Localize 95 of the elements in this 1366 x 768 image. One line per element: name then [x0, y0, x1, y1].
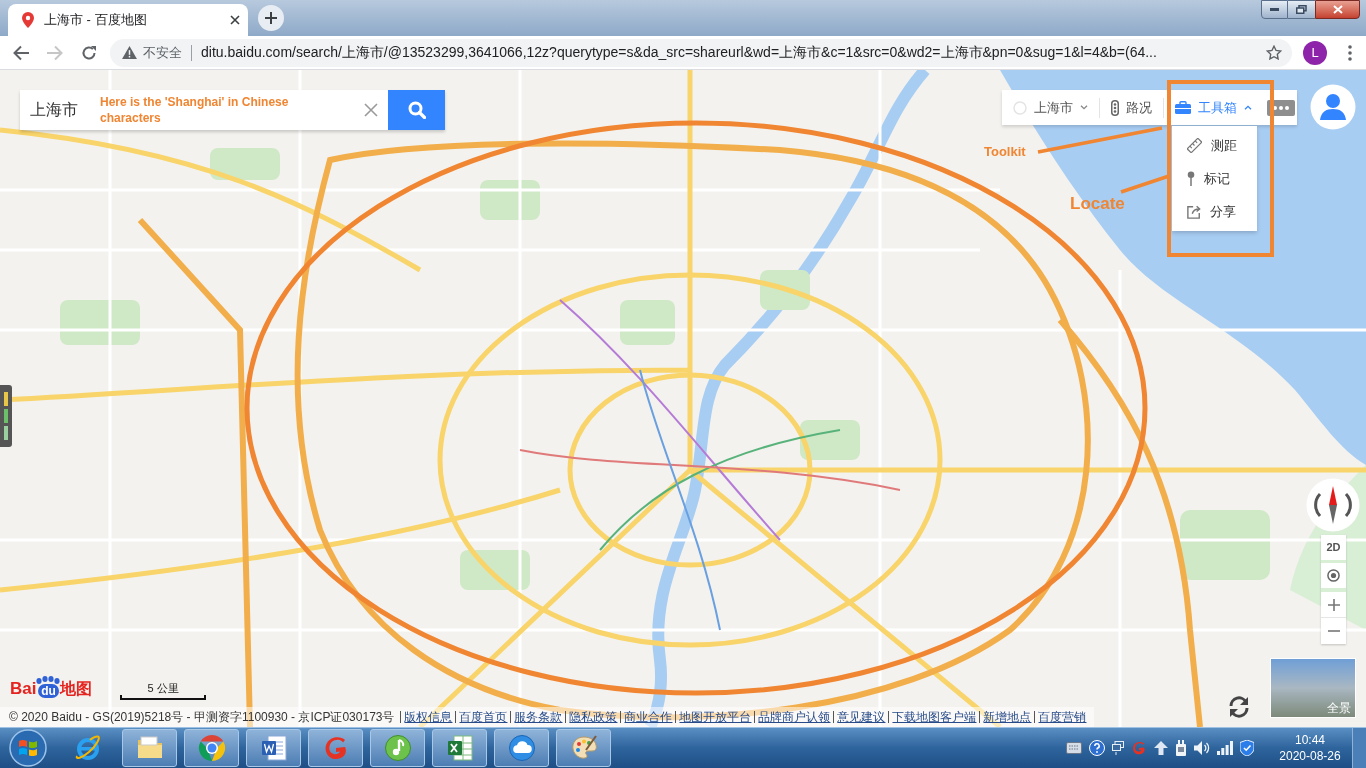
footer-link[interactable]: 百度营销	[1038, 708, 1087, 726]
taskbar-app-button[interactable]	[246, 729, 301, 767]
taskbar-app-button[interactable]	[432, 729, 487, 767]
close-icon[interactable]	[230, 15, 240, 25]
close-icon	[1332, 5, 1343, 14]
circle-icon	[1013, 100, 1027, 115]
warning-icon	[122, 46, 137, 59]
search-field[interactable]: 上海市 Here is the 'Shanghai' in Chinese characters	[20, 90, 388, 130]
city-button[interactable]: 上海市	[1002, 90, 1099, 125]
logo-text: 地图	[60, 680, 93, 698]
footer-link[interactable]: 新增地点	[983, 708, 1032, 726]
address-bar[interactable]: 不安全 ditu.baidu.com/search/上海市/@13523299,3641066,12z?querytype=s&da_src=shareurl&wd=上海市&c=1&src=0&wd2=上海市&pn=0&sug=1&l=4&b=(64...	[110, 38, 1292, 67]
menu-item[interactable]: 测距	[1172, 129, 1257, 162]
cloud-icon[interactable]	[507, 734, 536, 762]
taskbar-app-button[interactable]	[184, 729, 239, 767]
share-icon	[1187, 204, 1201, 219]
footer-link[interactable]: 商业合作	[624, 708, 673, 726]
footer-link[interactable]: 百度首页	[459, 708, 508, 726]
document-icon[interactable]	[259, 734, 288, 762]
copyright-text: © 2020 Baidu - GS(2019)5218号 - 甲测资字1100930 - 京ICP证030173号	[9, 709, 396, 726]
taskbar-app-button[interactable]	[556, 729, 611, 767]
view-mode-button[interactable]: 2D	[1321, 535, 1346, 560]
keyboard-icon[interactable]	[1066, 742, 1082, 754]
menu-icon[interactable]	[1348, 44, 1352, 61]
footer-link[interactable]: 意见建议	[837, 708, 886, 726]
zoom-out-button[interactable]	[1321, 618, 1346, 644]
footer-link[interactable]: 隐私政策	[569, 708, 618, 726]
search-icon	[407, 101, 426, 119]
new-tab-button[interactable]	[258, 5, 284, 31]
window-icon[interactable]	[1112, 741, 1124, 755]
annotation-text: Toolkit	[984, 144, 1026, 160]
minimize-icon	[1270, 8, 1279, 11]
signal-icon[interactable]	[1217, 741, 1233, 755]
plus-icon	[265, 12, 277, 24]
taskbar-app-button[interactable]	[370, 729, 425, 767]
annotation-text: Locate	[1070, 194, 1125, 214]
url-text: ditu.baidu.com/search/上海市/@13523299,3641066,12z?querytype=s&da_src=shareurl&wd=上海市&c=1&src=0&wd2=上海市&pn=0&sug=1&l=4&b=(64...	[201, 43, 1157, 62]
refresh-icon[interactable]	[1227, 695, 1251, 719]
paw-toes-icon	[36, 676, 61, 684]
reload-icon[interactable]	[81, 44, 97, 61]
plus-icon	[1327, 598, 1340, 611]
palette-icon[interactable]	[569, 734, 598, 762]
map-pin-icon	[22, 12, 34, 28]
compass-icon[interactable]	[1306, 478, 1360, 532]
scale-label: 5 公里	[147, 682, 179, 695]
toolbox-icon	[1175, 101, 1191, 114]
close-window-button[interactable]	[1315, 0, 1360, 19]
menu-item[interactable]: 标记	[1172, 162, 1257, 195]
user-icon[interactable]	[1310, 84, 1356, 130]
help-icon[interactable]	[1089, 740, 1105, 756]
side-panel-handle[interactable]	[0, 385, 12, 447]
back-icon[interactable]	[13, 44, 29, 61]
traffic-light-icon	[1111, 99, 1119, 116]
clock-time[interactable]: 10:44	[1295, 732, 1325, 748]
logo-text: Bai	[10, 680, 37, 698]
browser-tab[interactable]: 上海市 - 百度地图	[8, 4, 248, 36]
search-button[interactable]	[388, 90, 445, 130]
target-icon	[1327, 569, 1340, 582]
footer-link[interactable]: 地图开放平台	[679, 708, 752, 726]
footer-link[interactable]: 服务条款	[514, 708, 563, 726]
speaker-icon[interactable]	[1194, 741, 1210, 755]
up-arrow-icon[interactable]	[1154, 741, 1168, 755]
profile-avatar[interactable]: L	[1303, 40, 1327, 65]
taskbar-app-button[interactable]	[308, 729, 363, 767]
device-icon[interactable]	[1175, 740, 1187, 756]
footer-link[interactable]: 版权信息	[404, 708, 453, 726]
logo-badge: du	[38, 684, 59, 698]
shield-icon[interactable]	[1240, 740, 1254, 756]
chevron-down-icon	[1080, 105, 1088, 110]
clear-icon[interactable]	[364, 103, 378, 117]
minimize-button[interactable]	[1261, 0, 1288, 19]
menu-item[interactable]: 分享	[1172, 195, 1257, 228]
maximize-button[interactable]	[1288, 0, 1315, 19]
minus-icon	[1327, 630, 1340, 632]
star-icon[interactable]	[1266, 45, 1282, 60]
e-globe-icon[interactable]	[73, 734, 102, 762]
clock-date[interactable]: 2020-08-26	[1279, 748, 1341, 764]
locate-button[interactable]	[1321, 563, 1346, 588]
zoom-in-button[interactable]	[1321, 592, 1346, 618]
pin-icon	[1187, 171, 1195, 186]
toolbox-button[interactable]: 工具箱	[1164, 90, 1263, 125]
tricolor-circle-icon[interactable]	[197, 734, 226, 762]
ruler-icon	[1187, 138, 1202, 153]
annotation-text: Here is the 'Shanghai' in Chinese characters	[100, 94, 290, 126]
security-label: 不安全	[143, 43, 182, 62]
chevron-up-icon	[1244, 105, 1252, 110]
start-icon[interactable]	[8, 728, 48, 768]
traffic-button[interactable]: 路况	[1100, 90, 1163, 125]
footer-link[interactable]: 品牌商户认领	[758, 708, 831, 726]
taskbar-app-button[interactable]	[122, 729, 177, 767]
footer-link[interactable]: 下载地图客户端	[892, 708, 977, 726]
taskbar-app-button[interactable]	[494, 729, 549, 767]
restore-icon	[1296, 5, 1307, 14]
note-circle-icon[interactable]	[383, 734, 412, 762]
spreadsheet-icon[interactable]	[445, 734, 474, 762]
